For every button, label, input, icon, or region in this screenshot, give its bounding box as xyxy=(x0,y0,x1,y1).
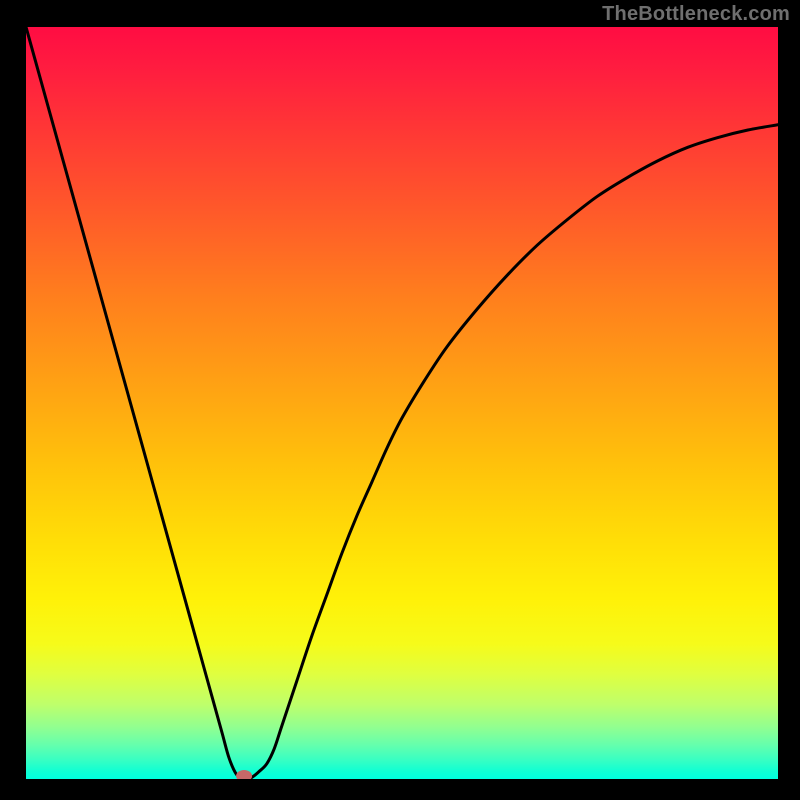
plot-area xyxy=(26,27,778,779)
chart-frame: TheBottleneck.com xyxy=(0,0,800,800)
marker-dot xyxy=(236,770,252,779)
watermark-text: TheBottleneck.com xyxy=(602,3,790,26)
chart-svg xyxy=(26,27,778,779)
bottleneck-curve-path xyxy=(26,27,778,779)
